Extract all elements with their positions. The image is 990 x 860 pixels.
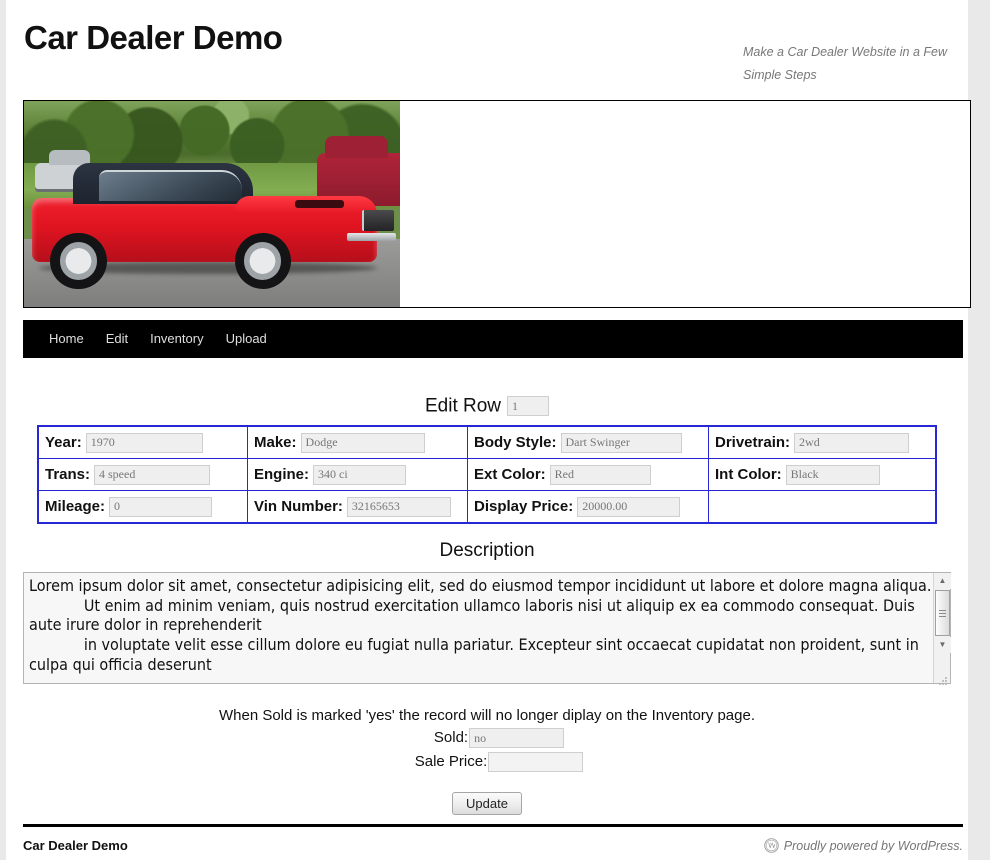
nav-item-home[interactable]: Home: [49, 330, 84, 348]
sale-price-field-row: Sale Price:: [6, 752, 968, 772]
main-content: Edit Row Year: Make: Body Style: Drivetr…: [6, 358, 968, 815]
footer-inner: Car Dealer Demo Proudly powered by WordP…: [23, 838, 963, 853]
nav-list: Home Edit Inventory Upload: [23, 320, 963, 358]
site-title: Car Dealer Demo: [24, 19, 283, 56]
site-description: Make a Car Dealer Website in a Few Simpl…: [743, 45, 948, 83]
nav-link-inventory[interactable]: Inventory: [150, 331, 203, 346]
vehicle-fields-body: Year: Make: Body Style: Drivetrain: Tran…: [37, 425, 937, 524]
field-label-engine: Engine:: [254, 465, 309, 483]
engine-input[interactable]: [313, 464, 406, 485]
int-color-input[interactable]: [785, 464, 880, 485]
nav-item-inventory[interactable]: Inventory: [150, 330, 203, 348]
mileage-input[interactable]: [109, 496, 213, 517]
header-image-box: [23, 100, 971, 308]
nav-item-edit[interactable]: Edit: [106, 330, 128, 348]
photo-car-windows: [99, 170, 243, 201]
display-price-input[interactable]: [577, 496, 681, 517]
field-cell-make: Make:: [247, 425, 468, 459]
field-cell-int-color: Int Color:: [708, 458, 937, 491]
field-cell-ext-color: Ext Color:: [467, 458, 709, 491]
sale-price-input[interactable]: [488, 752, 584, 772]
footer-credit-text: Proudly powered by WordPress.: [783, 838, 963, 853]
page-container: Car Dealer Demo Make a Car Dealer Websit…: [6, 0, 971, 860]
photo-car-bumper: [347, 232, 397, 242]
photo-car-front-wheel: [50, 232, 107, 290]
edit-row-label: Edit Row: [424, 395, 502, 417]
field-cell-engine: Engine:: [247, 458, 468, 491]
nav-item-upload[interactable]: Upload: [226, 330, 267, 348]
field-label-vin: Vin Number:: [254, 497, 343, 515]
scroll-down-arrow-icon[interactable]: ▼: [934, 637, 951, 653]
table-row: Year: Make: Body Style: Drivetrain:: [37, 425, 937, 459]
footer-credit[interactable]: Proudly powered by WordPress.: [763, 838, 963, 853]
field-cell-drivetrain: Drivetrain:: [708, 425, 937, 459]
field-cell-mileage: Mileage:: [37, 490, 248, 524]
description-scrollbar[interactable]: ▲ ▼: [933, 573, 951, 683]
drivetrain-input[interactable]: [794, 432, 910, 453]
vin-number-input[interactable]: [346, 496, 451, 517]
description-wrapper: ▲ ▼: [23, 572, 951, 689]
field-cell-year: Year:: [37, 425, 248, 459]
footer-site-title: Car Dealer Demo: [23, 838, 128, 853]
photo-car-rear-wheel: [234, 232, 291, 290]
field-label-body-style: Body Style:: [474, 433, 557, 451]
update-button-wrapper: Update: [6, 792, 968, 815]
photo-car-hood-scoop: [294, 199, 344, 209]
field-label-display-price: Display Price:: [474, 497, 574, 515]
header-car-photo: [24, 101, 400, 307]
field-cell-display-price: Display Price:: [467, 490, 709, 524]
field-label-ext-color: Ext Color:: [474, 465, 546, 483]
edit-row-heading: Edit Row: [6, 396, 968, 416]
scrollbar-thumb[interactable]: [935, 590, 950, 636]
nav-link-home[interactable]: Home: [49, 331, 84, 346]
table-row: Trans: Engine: Ext Color: Int Color:: [37, 458, 937, 491]
textarea-resize-handle[interactable]: [938, 676, 949, 687]
sold-input[interactable]: [469, 728, 565, 748]
scroll-up-arrow-icon[interactable]: ▲: [934, 573, 951, 589]
field-cell-vin: Vin Number:: [247, 490, 468, 524]
field-label-make: Make:: [254, 433, 297, 451]
field-label-drivetrain: Drivetrain:: [715, 433, 791, 451]
description-textarea[interactable]: [23, 572, 951, 684]
field-cell-body-style: Body Style:: [467, 425, 709, 459]
year-input[interactable]: [85, 432, 203, 453]
site-footer: Car Dealer Demo Proudly powered by WordP…: [23, 824, 963, 853]
field-label-mileage: Mileage:: [45, 497, 106, 515]
field-label-trans: Trans:: [45, 465, 91, 483]
sold-note: When Sold is marked 'yes' the record wil…: [218, 707, 755, 724]
field-cell-empty: [708, 490, 937, 524]
wordpress-icon: [763, 838, 779, 853]
edit-row-input[interactable]: [507, 396, 550, 416]
make-input[interactable]: [300, 432, 425, 453]
vehicle-fields-table: Year: Make: Body Style: Drivetrain: Tran…: [37, 425, 937, 524]
site-header: Car Dealer Demo Make a Car Dealer Websit…: [6, 0, 968, 96]
table-row: Mileage: Vin Number: Display Price:: [37, 490, 937, 524]
nav-link-upload[interactable]: Upload: [226, 331, 267, 346]
description-heading: Description: [439, 540, 535, 561]
sold-field-row: Sold:: [6, 728, 968, 748]
sold-label: Sold:: [433, 728, 469, 746]
body-style-input[interactable]: [560, 432, 682, 453]
ext-color-input[interactable]: [549, 464, 651, 485]
field-cell-trans: Trans:: [37, 458, 248, 491]
field-label-year: Year:: [45, 433, 82, 451]
main-navigation[interactable]: Home Edit Inventory Upload: [23, 320, 963, 358]
field-label-int-color: Int Color:: [715, 465, 782, 483]
trans-input[interactable]: [94, 464, 211, 485]
update-button[interactable]: Update: [452, 792, 522, 815]
sale-price-label: Sale Price:: [414, 752, 488, 770]
photo-car-grille: [362, 210, 395, 231]
nav-link-edit[interactable]: Edit: [106, 331, 128, 346]
